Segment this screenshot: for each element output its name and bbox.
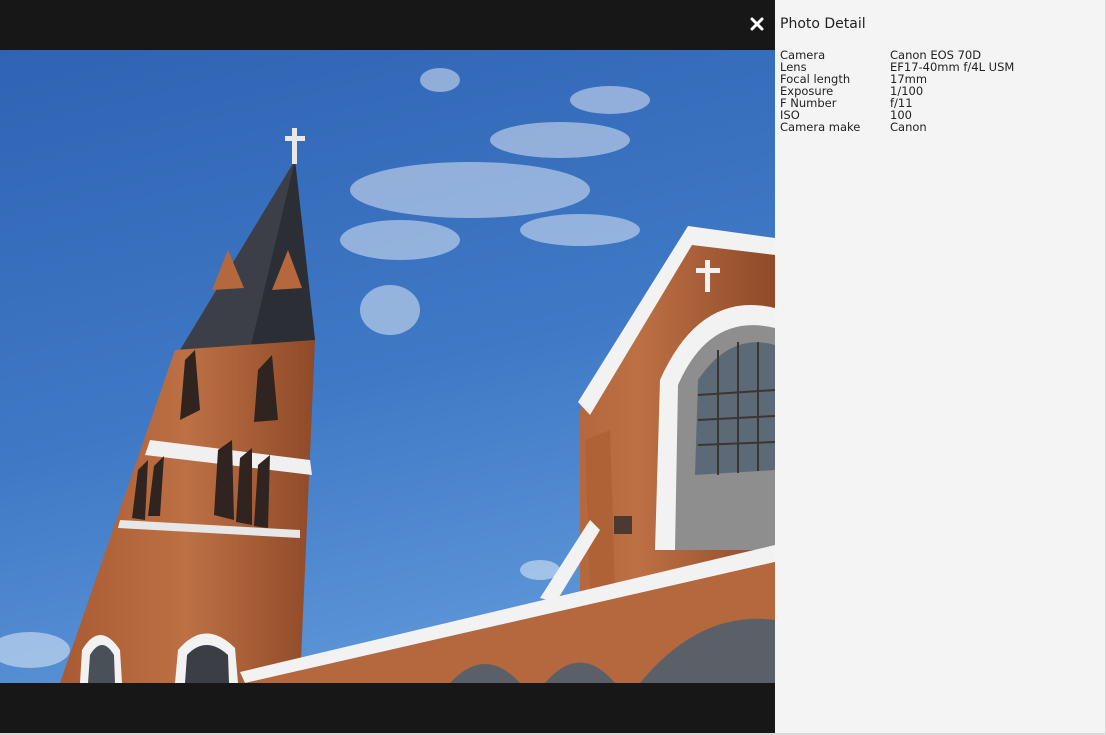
photo-detail-panel: Photo Detail Camera Canon EOS 70D Lens E… [775, 0, 1106, 733]
photo-viewer [0, 0, 775, 733]
metadata-list: Camera Canon EOS 70D Lens EF17-40mm f/4L… [780, 49, 1014, 133]
panel-title: Photo Detail [780, 16, 866, 32]
metadata-value: Canon [890, 120, 927, 134]
metadata-row-camera-make: Camera make Canon [780, 121, 1014, 133]
close-icon [750, 17, 764, 31]
metadata-label: Camera make [780, 120, 861, 134]
close-button[interactable] [745, 12, 769, 36]
church-photo [0, 50, 775, 683]
